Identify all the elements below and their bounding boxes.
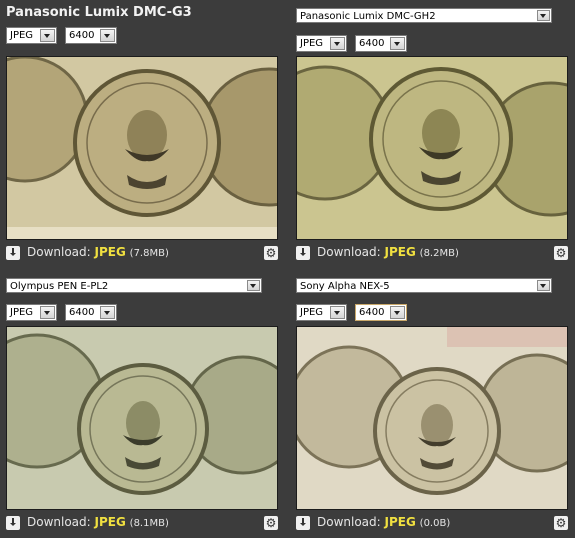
chevron-down-icon[interactable] <box>330 37 345 50</box>
camera-select[interactable]: Sony Alpha NEX-5 <box>296 278 552 293</box>
download-icon[interactable] <box>296 246 310 260</box>
format-select[interactable]: JPEG <box>296 35 347 52</box>
gear-icon[interactable]: ⚙ <box>554 516 568 530</box>
gear-icon[interactable]: ⚙ <box>554 246 568 260</box>
download-label: Download: <box>27 515 91 529</box>
iso-value: 6400 <box>69 30 95 41</box>
comparison-panel: Sony Alpha NEX-5 JPEG 6400 Download: JPE… <box>290 269 572 538</box>
download-icon[interactable] <box>6 246 20 260</box>
download-row: Download: JPEG (8.2MB) ⚙ <box>296 245 568 261</box>
camera-title: Panasonic Lumix DMC-G3 <box>6 5 192 20</box>
download-label: Download: <box>27 245 91 259</box>
iso-value: 6400 <box>69 307 95 318</box>
format-select[interactable]: JPEG <box>6 304 57 321</box>
download-size: (0.0B) <box>419 518 451 529</box>
format-value: JPEG <box>300 38 324 49</box>
download-format[interactable]: JPEG <box>95 515 126 529</box>
chevron-down-icon[interactable] <box>390 37 405 50</box>
gear-icon[interactable]: ⚙ <box>264 246 278 260</box>
chevron-down-icon[interactable] <box>100 29 115 42</box>
iso-value: 6400 <box>359 307 385 318</box>
download-row: Download: JPEG (7.8MB) ⚙ <box>6 245 278 261</box>
gear-icon[interactable]: ⚙ <box>264 516 278 530</box>
sample-image <box>6 56 278 240</box>
format-value: JPEG <box>300 307 324 318</box>
camera-select[interactable]: Olympus PEN E-PL2 <box>6 278 262 293</box>
sample-image <box>296 326 568 510</box>
comparison-panel: Panasonic Lumix DMC-GH2 JPEG 6400 Downlo… <box>290 0 572 269</box>
comparison-grid: Panasonic Lumix DMC-G3 JPEG 6400 Downloa… <box>0 0 575 538</box>
chevron-down-icon[interactable] <box>40 29 55 42</box>
iso-select[interactable]: 6400 <box>355 304 407 321</box>
iso-value: 6400 <box>359 38 385 49</box>
sample-image <box>6 326 278 510</box>
format-select[interactable]: JPEG <box>6 27 57 44</box>
chevron-down-icon[interactable] <box>537 280 550 291</box>
download-format[interactable]: JPEG <box>95 245 126 259</box>
chevron-down-icon[interactable] <box>330 306 345 319</box>
iso-select[interactable]: 6400 <box>65 304 117 321</box>
iso-select[interactable]: 6400 <box>355 35 407 52</box>
download-link[interactable]: Download: JPEG (0.0B) <box>317 515 450 529</box>
comparison-panel: Panasonic Lumix DMC-G3 JPEG 6400 Downloa… <box>0 0 282 269</box>
download-link[interactable]: Download: JPEG (8.2MB) <box>317 245 459 259</box>
camera-select[interactable]: Panasonic Lumix DMC-GH2 <box>296 8 552 23</box>
download-format[interactable]: JPEG <box>385 515 416 529</box>
download-format[interactable]: JPEG <box>385 245 416 259</box>
chevron-down-icon[interactable] <box>247 280 260 291</box>
chevron-down-icon[interactable] <box>100 306 115 319</box>
chevron-down-icon[interactable] <box>40 306 55 319</box>
sample-image <box>296 56 568 240</box>
format-value: JPEG <box>10 307 34 318</box>
download-row: Download: JPEG (8.1MB) ⚙ <box>6 515 278 531</box>
download-size: (7.8MB) <box>129 248 169 259</box>
chevron-down-icon[interactable] <box>390 306 405 319</box>
download-size: (8.1MB) <box>129 518 169 529</box>
comparison-panel: Olympus PEN E-PL2 JPEG 6400 Download: JP… <box>0 269 282 538</box>
camera-value: Olympus PEN E-PL2 <box>10 281 109 292</box>
format-value: JPEG <box>10 30 34 41</box>
download-icon[interactable] <box>296 516 310 530</box>
chevron-down-icon[interactable] <box>537 10 550 21</box>
download-link[interactable]: Download: JPEG (7.8MB) <box>27 245 169 259</box>
format-select[interactable]: JPEG <box>296 304 347 321</box>
camera-value: Sony Alpha NEX-5 <box>300 281 390 292</box>
camera-value: Panasonic Lumix DMC-GH2 <box>300 11 436 22</box>
download-icon[interactable] <box>6 516 20 530</box>
download-row: Download: JPEG (0.0B) ⚙ <box>296 515 568 531</box>
download-size: (8.2MB) <box>419 248 459 259</box>
iso-select[interactable]: 6400 <box>65 27 117 44</box>
download-link[interactable]: Download: JPEG (8.1MB) <box>27 515 169 529</box>
download-label: Download: <box>317 515 381 529</box>
download-label: Download: <box>317 245 381 259</box>
